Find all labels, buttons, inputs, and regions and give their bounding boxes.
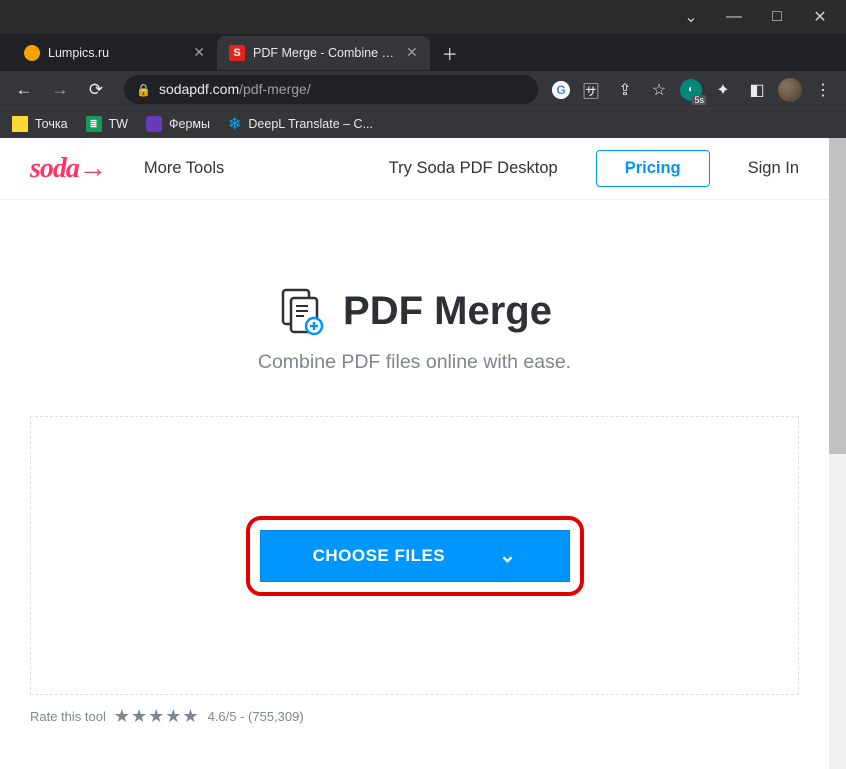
menu-icon[interactable]: ⋮ — [810, 77, 836, 103]
file-drop-zone[interactable]: CHOOSE FILES ⌄ — [30, 416, 799, 695]
page-title: PDF Merge — [277, 286, 552, 336]
nav-pricing[interactable]: Pricing — [596, 150, 710, 187]
extension-badge[interactable]: ◐ — [680, 79, 702, 101]
rate-label: Rate this tool — [30, 709, 106, 724]
site-header: soda→ More Tools Try Soda PDF Desktop Pr… — [0, 138, 829, 200]
soda-logo[interactable]: soda→ — [30, 153, 106, 185]
translate-icon[interactable]: 🈂 — [578, 77, 604, 103]
bookmark-tw[interactable]: ≣TW — [86, 116, 128, 132]
url-path: /pdf-merge/ — [239, 81, 311, 97]
chevron-down-icon: ⌄ — [499, 543, 516, 568]
bookmark-deepl[interactable]: ❄DeepL Translate – C... — [228, 114, 373, 134]
hero-section: PDF Merge Combine PDF files online with … — [0, 200, 829, 394]
profile-avatar[interactable] — [778, 78, 802, 102]
address-bar-row: ← → ⟳ 🔒 sodapdf.com/pdf-merge/ G 🈂 ⇪ ☆ ◐… — [0, 71, 846, 108]
tab-close-icon[interactable]: ✕ — [193, 44, 205, 61]
sheet-icon: ≣ — [86, 116, 102, 132]
star-rating[interactable]: ★★★★★ — [114, 706, 200, 727]
bookmarks-bar: Точка ≣TW Фермы ❄DeepL Translate – C... — [0, 108, 846, 138]
lock-icon[interactable]: 🔒 — [136, 83, 151, 97]
nav-signin[interactable]: Sign In — [748, 159, 799, 178]
deepl-icon: ❄ — [228, 114, 241, 134]
rate-score: 4.6/5 - (755,309) — [208, 709, 304, 724]
tab-label: Lumpics.ru — [48, 46, 109, 60]
scrollbar-thumb[interactable] — [829, 138, 846, 454]
nav-more-tools[interactable]: More Tools — [144, 159, 224, 178]
window-minimize[interactable]: — — [716, 3, 752, 31]
rating-row: Rate this tool ★★★★★ 4.6/5 - (755,309) — [0, 695, 829, 738]
tab-sodapdf[interactable]: S PDF Merge - Combine PDF Files ✕ — [217, 36, 430, 70]
reload-button[interactable]: ⟳ — [82, 76, 110, 104]
window-maximize[interactable]: □ — [759, 3, 795, 31]
scrollbar-track[interactable] — [829, 138, 846, 769]
choose-files-button[interactable]: CHOOSE FILES ⌄ — [260, 530, 570, 582]
window-close[interactable]: ✕ — [802, 3, 838, 31]
page-subtitle: Combine PDF files online with ease. — [0, 351, 829, 374]
url-bar[interactable]: 🔒 sodapdf.com/pdf-merge/ — [124, 75, 538, 104]
nav-try-desktop[interactable]: Try Soda PDF Desktop — [389, 159, 558, 178]
bookmark-tochka[interactable]: Точка — [12, 116, 68, 132]
share-icon[interactable]: ⇪ — [612, 77, 638, 103]
new-tab-button[interactable]: ＋ — [436, 39, 464, 67]
bookmark-fermy[interactable]: Фермы — [146, 116, 210, 132]
back-button[interactable]: ← — [10, 76, 38, 104]
extensions-icon[interactable]: ✦ — [710, 77, 736, 103]
pdf-merge-icon — [277, 286, 327, 336]
tab-close-icon[interactable]: ✕ — [406, 44, 418, 61]
url-host: sodapdf.com — [159, 81, 239, 97]
favicon-lumpics — [24, 45, 40, 61]
annotation-highlight: CHOOSE FILES ⌄ — [246, 516, 584, 596]
sidepanel-icon[interactable]: ◧ — [744, 77, 770, 103]
favicon-sodapdf: S — [229, 45, 245, 61]
tab-label: PDF Merge - Combine PDF Files — [253, 46, 398, 60]
folder-icon — [12, 116, 28, 132]
folder-icon — [146, 116, 162, 132]
tab-strip: Lumpics.ru ✕ S PDF Merge - Combine PDF F… — [0, 34, 846, 71]
forward-button: → — [46, 76, 74, 104]
window-title-bar: ⌄ — □ ✕ — [0, 0, 846, 34]
page-viewport: soda→ More Tools Try Soda PDF Desktop Pr… — [0, 138, 846, 769]
bookmark-star-icon[interactable]: ☆ — [646, 77, 672, 103]
window-dropdown[interactable]: ⌄ — [673, 3, 709, 31]
google-icon[interactable]: G — [552, 81, 570, 99]
tab-lumpics[interactable]: Lumpics.ru ✕ — [12, 36, 217, 70]
